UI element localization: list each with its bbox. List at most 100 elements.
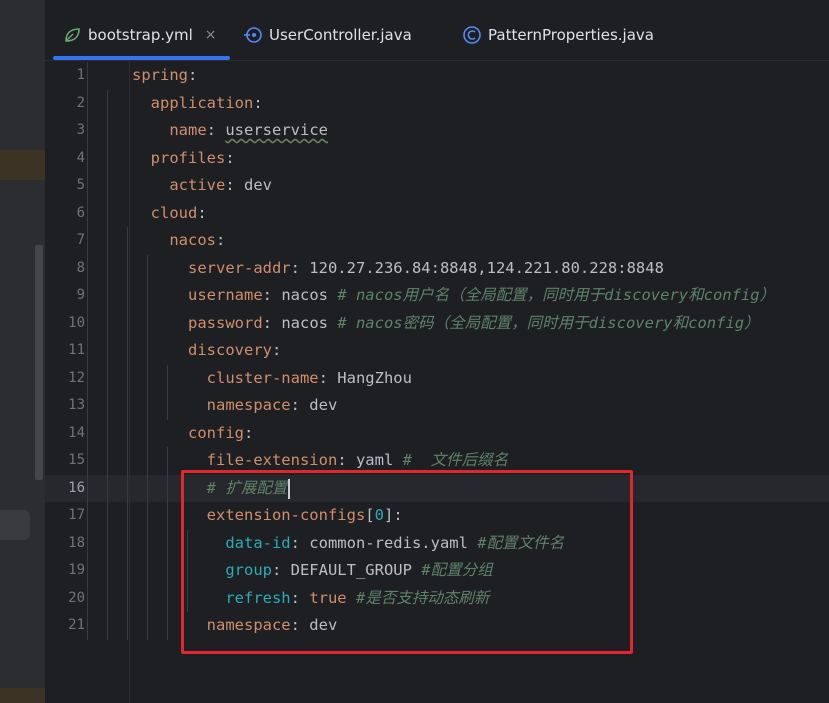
line-number[interactable]: 19 [45, 557, 85, 584]
code-token: username [132, 286, 263, 304]
tab-user-controller-java[interactable]: UserController.java [243, 22, 412, 48]
tool-window-scrollbar[interactable] [35, 245, 43, 480]
tab-label: PatternProperties.java [488, 26, 654, 44]
tab-pattern-properties-java[interactable]: PatternProperties.java [462, 22, 654, 48]
line-number[interactable]: 20 [45, 585, 85, 612]
code-token: : yaml [337, 451, 403, 469]
indent-guide [147, 254, 148, 640]
tab-label: UserController.java [269, 26, 412, 44]
code-token: server-addr [132, 258, 291, 277]
highlight-box [181, 470, 633, 654]
line-number[interactable]: 17 [45, 502, 85, 529]
code-token: : [225, 148, 235, 167]
line-number[interactable]: 18 [45, 530, 85, 557]
code-token: : [197, 203, 207, 222]
code-line[interactable]: 5 active: dev [45, 172, 829, 199]
active-tab-indicator [53, 56, 230, 60]
line-number[interactable]: 3 [45, 117, 85, 144]
code-text: namespace: dev [132, 392, 338, 419]
code-token: # nacos用户名（全局配置，同时用于discovery和config） [337, 286, 776, 304]
line-number[interactable]: 11 [45, 337, 85, 364]
line-number[interactable]: 6 [45, 200, 85, 227]
code-token: : [206, 121, 226, 139]
code-text: application: [132, 90, 263, 117]
yaml-leaf-icon [62, 25, 82, 45]
code-line[interactable]: 8 server-addr: 120.27.236.84:8848,124.22… [45, 255, 829, 282]
code-token: application [132, 93, 254, 112]
code-token: config [132, 423, 244, 442]
code-token: profiles [132, 148, 226, 167]
code-token: : HangZhou [318, 368, 412, 387]
close-icon[interactable]: × [205, 27, 217, 43]
code-line[interactable]: 7 nacos: [45, 227, 829, 254]
code-token: cluster-name [132, 368, 319, 387]
code-line[interactable]: 4 profiles: [45, 145, 829, 172]
config-class-icon [462, 25, 482, 45]
line-number[interactable]: 5 [45, 172, 85, 199]
code-token: password [132, 313, 263, 332]
code-text: nacos: [132, 227, 225, 254]
indent-guide [87, 62, 88, 640]
indent-guide [167, 447, 168, 640]
line-number[interactable]: 12 [45, 365, 85, 392]
line-number[interactable]: 15 [45, 447, 85, 474]
code-token: : dev [225, 176, 272, 194]
editor-tab-bar: bootstrap.yml × UserController.java Patt… [45, 0, 829, 61]
code-text: config: [132, 420, 253, 447]
tool-window-highlight [0, 150, 45, 180]
code-token: # 文件后缀名 [402, 451, 509, 469]
code-token: : nacos [262, 286, 338, 304]
code-text: discovery: [132, 337, 281, 364]
code-text: name: userservice [132, 117, 328, 144]
code-token: discovery [132, 341, 272, 359]
code-text: spring: [132, 62, 197, 89]
java-class-icon [243, 25, 263, 45]
tool-window-selected-row[interactable] [0, 510, 30, 540]
code-line[interactable]: 9 username: nacos # nacos用户名（全局配置，同时用于di… [45, 282, 829, 309]
indent-guide [127, 227, 128, 640]
code-text: password: nacos # nacos密码（全局配置，同时用于disco… [132, 310, 760, 337]
code-line[interactable]: 6 cloud: [45, 200, 829, 227]
code-text: username: nacos # nacos用户名（全局配置，同时用于disc… [132, 282, 775, 309]
line-number[interactable]: 16 [45, 475, 85, 502]
line-number[interactable]: 13 [45, 392, 85, 419]
code-line[interactable]: 11 discovery: [45, 337, 829, 364]
line-number[interactable]: 10 [45, 310, 85, 337]
code-text: server-addr: 120.27.236.84:8848,124.221.… [132, 255, 664, 282]
line-number[interactable]: 9 [45, 282, 85, 309]
code-token: # nacos密码（全局配置，同时用于discovery和config） [337, 313, 760, 332]
code-line[interactable]: 12 cluster-name: HangZhou [45, 365, 829, 392]
code-text: profiles: [132, 145, 235, 172]
line-number[interactable]: 14 [45, 420, 85, 447]
code-token: spring [132, 66, 188, 84]
code-token: file-extension [132, 451, 338, 469]
code-token: : [216, 231, 226, 249]
indent-guide [167, 364, 168, 420]
line-number[interactable]: 2 [45, 90, 85, 117]
code-token: namespace [132, 396, 291, 414]
code-line[interactable]: 1 spring: [45, 62, 829, 89]
line-number[interactable]: 7 [45, 227, 85, 254]
code-line[interactable]: 14 config: [45, 420, 829, 447]
code-token: active [132, 176, 226, 194]
code-token: : nacos [262, 313, 338, 332]
line-number[interactable]: 1 [45, 62, 85, 89]
tab-bootstrap-yml[interactable]: bootstrap.yml × [62, 22, 217, 48]
project-tool-window-edge [0, 0, 45, 703]
code-token: name [132, 121, 207, 139]
code-token: : [253, 93, 263, 112]
code-line[interactable]: 13 namespace: dev [45, 392, 829, 419]
tool-window-footer [0, 688, 45, 703]
code-line[interactable]: 2 application: [45, 90, 829, 117]
code-token: : [271, 341, 282, 359]
code-line[interactable]: 10 password: nacos # nacos密码（全局配置，同时用于di… [45, 310, 829, 337]
code-token: : dev [290, 396, 338, 414]
code-text: cluster-name: HangZhou [132, 365, 412, 392]
line-number[interactable]: 21 [45, 612, 85, 639]
line-number[interactable]: 4 [45, 145, 85, 172]
code-line[interactable]: 3 name: userservice [45, 117, 829, 144]
code-token: cloud [132, 203, 198, 222]
code-token: nacos [132, 231, 216, 249]
line-number[interactable]: 8 [45, 255, 85, 282]
gutter-separator [129, 61, 130, 703]
